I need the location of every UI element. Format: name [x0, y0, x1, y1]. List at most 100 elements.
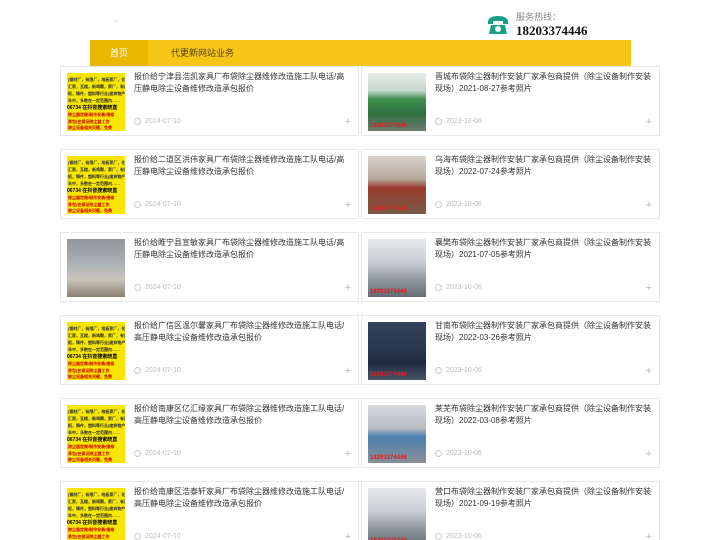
article-thumbnail[interactable]: (钢材厂，有限厂，地板家厂，化 汇家，瓦楼，新鸡颗，家厂，有限 柜，铸件，塑料等行业…	[67, 156, 125, 214]
hotline-text: 服务热线： 18203374446	[516, 12, 588, 38]
thumbnail-red-line: 除尘器定做/制作安装/维修	[68, 527, 115, 532]
site-header: . 服务热线： 18203374446	[0, 0, 720, 40]
article-card[interactable]: 18203374446 营口布袋除尘器制作安装厂家承包商提供（除尘设备制作安装现场…	[361, 481, 660, 540]
thumbnail-text-line: (钢材厂，有限厂，地板家厂，化	[68, 77, 125, 82]
thumbnail-red-line: 除尘器定做/制作安装/维修	[68, 444, 115, 449]
article-title[interactable]: 襄樊布袋除尘器制作安装厂家承包商提供（除尘设备制作安装现场）2021-07-05…	[435, 237, 653, 261]
hotline-block: 服务热线： 18203374446	[486, 12, 588, 38]
article-title[interactable]: 报价给南康区亿汇缘家具厂布袋除尘器维修改造施工队电话/高压静电除尘设备维修改造承…	[134, 403, 352, 427]
article-thumbnail[interactable]: 18203374446	[368, 322, 426, 380]
clock-icon	[134, 201, 141, 208]
thumbnail-red-line: 除尘设备相关问题，免费	[68, 457, 112, 462]
article-date: 2024-07-10	[134, 533, 181, 540]
article-title[interactable]: 甘南布袋除尘器制作安装厂家承包商提供（除尘设备制作安装现场）2022-03-26…	[435, 320, 653, 344]
clock-icon	[435, 118, 442, 125]
article-date: 2024-07-10	[134, 118, 181, 125]
thumbnail-phone-watermark: 18203374446	[370, 123, 407, 129]
article-card[interactable]: (钢材厂，有限厂，地板家厂，化 汇家，瓦楼，新鸡颗，家厂，有限 柜，铸件，塑料等行业…	[60, 66, 359, 136]
article-thumbnail[interactable]: 18203374446	[368, 73, 426, 131]
plus-icon[interactable]: +	[646, 532, 652, 540]
nav-item-home[interactable]: 首页	[90, 40, 148, 66]
thumbnail-phone-line: 06734 在抖音搜索晓直	[67, 520, 118, 526]
article-title[interactable]: 营口布袋除尘器制作安装厂家承包商提供（除尘设备制作安装现场）2021-09-19…	[435, 486, 653, 510]
article-thumbnail[interactable]: (钢材厂，有限厂，地板家厂，化 汇家，瓦楼，新鸡颗，家厂，有限 柜，铸件，塑料等行业…	[67, 322, 125, 380]
article-date: 2023-10-06	[435, 450, 482, 457]
clock-icon	[435, 367, 442, 374]
article-date-text: 2023-10-06	[446, 533, 482, 540]
thumbnail-phone-watermark: 18203374446	[370, 372, 407, 378]
article-title[interactable]: 莱芜布袋除尘器制作安装厂家承包商提供（除尘设备制作安装现场）2022-03-08…	[435, 403, 653, 427]
article-thumbnail[interactable]	[67, 239, 125, 297]
plus-icon[interactable]: +	[345, 200, 351, 211]
plus-icon[interactable]: +	[646, 366, 652, 377]
article-date: 2023-10-06	[435, 533, 482, 540]
plus-icon[interactable]: +	[345, 117, 351, 128]
thumbnail-text-line: 柜，铸件，塑料等行业)废弃物产	[68, 174, 125, 179]
thumbnail-text-line: 柜，铸件，塑料等行业)废弃物产	[68, 423, 125, 428]
article-thumbnail[interactable]: 18203374446	[368, 156, 426, 214]
article-card[interactable]: (钢材厂，有限厂，地板家厂，化 汇家，瓦楼，新鸡颗，家厂，有限 柜，铸件，塑料等行业…	[60, 398, 359, 468]
thumbnail-text-line: (钢材厂，有限厂，地板家厂，化	[68, 326, 125, 331]
plus-icon[interactable]: +	[345, 532, 351, 540]
article-card[interactable]: (钢材厂，有限厂，地板家厂，化 汇家，瓦楼，新鸡颗，家厂，有限 柜，铸件，塑料等行业…	[60, 315, 359, 385]
article-date-text: 2024-07-10	[145, 201, 181, 208]
hotline-label: 服务热线：	[516, 12, 562, 22]
article-date: 2023-10-06	[435, 201, 482, 208]
article-card[interactable]: 18203374446 晋城布袋除尘器制作安装厂家承包商提供（除尘设备制作安装现场…	[361, 66, 660, 136]
thumbnail-phone-watermark: 18203374446	[370, 455, 407, 461]
article-date: 2024-07-10	[134, 450, 181, 457]
article-thumbnail[interactable]: (钢材厂，有限厂，地板家厂，化 汇家，瓦楼，新鸡颗，家厂，有限 柜，铸件，塑料等行业…	[67, 405, 125, 463]
plus-icon[interactable]: +	[646, 200, 652, 211]
article-title[interactable]: 乌海布袋除尘器制作安装厂家承包商提供（除尘设备制作安装现场）2022-07-24…	[435, 154, 653, 178]
thumbnail-text-line: 汇家，瓦楼，新鸡颗，家厂，有限	[68, 167, 125, 172]
article-card[interactable]: (钢材厂，有限厂，地板家厂，化 汇家，瓦楼，新鸡颗，家厂，有限 柜，铸件，塑料等行业…	[60, 149, 359, 219]
article-thumbnail[interactable]: 18203374446	[368, 488, 426, 540]
article-date: 2024-07-10	[134, 201, 181, 208]
hotline-number[interactable]: 18203374446	[516, 23, 588, 38]
article-thumbnail[interactable]: (钢材厂，有限厂，地板家厂，化 汇家，瓦楼，新鸡颗，家厂，有限 柜，铸件，塑料等行业…	[67, 73, 125, 131]
article-title[interactable]: 报价给睢宁县宣敏家具厂布袋除尘器维修改造施工队电话/高压静电除尘设备维修改造承包…	[134, 237, 352, 261]
plus-icon[interactable]: +	[345, 449, 351, 460]
clock-icon	[134, 450, 141, 457]
plus-icon[interactable]: +	[345, 283, 351, 294]
article-date-text: 2023-10-06	[446, 284, 482, 291]
thumbnail-phone-line: 06734 在抖音搜索晓直	[67, 354, 118, 360]
plus-icon[interactable]: +	[345, 366, 351, 377]
nav-item-website-business[interactable]: 代更新网站业务	[148, 40, 256, 66]
article-title[interactable]: 晋城布袋除尘器制作安装厂家承包商提供（除尘设备制作安装现场）2021-08-27…	[435, 71, 653, 95]
site-logo[interactable]: .	[115, 14, 118, 24]
clock-icon	[435, 284, 442, 291]
plus-icon[interactable]: +	[646, 117, 652, 128]
article-date-text: 2024-07-10	[145, 367, 181, 374]
article-card[interactable]: 18203374446 莱芜布袋除尘器制作安装厂家承包商提供（除尘设备制作安装现场…	[361, 398, 660, 468]
article-thumbnail[interactable]: 18203374446	[368, 405, 426, 463]
article-thumbnail[interactable]: 18203374446	[368, 239, 426, 297]
clock-icon	[435, 533, 442, 540]
article-title[interactable]: 报价给宁津县浩凯家具厂布袋除尘器维修改造施工队电话/高压静电除尘设备维修改造承包…	[134, 71, 352, 95]
article-card[interactable]: 报价给睢宁县宣敏家具厂布袋除尘器维修改造施工队电话/高压静电除尘设备维修改造承包…	[60, 232, 359, 302]
article-date-text: 2023-10-06	[446, 118, 482, 125]
thumbnail-phone-watermark: 18203374446	[370, 289, 407, 295]
telephone-icon	[488, 16, 508, 34]
article-title[interactable]: 报价给南康区浩泰轩家具厂布袋除尘器维修改造施工队电话/高压静电除尘设备维修改造承…	[134, 486, 352, 510]
thumbnail-red-line: 除尘设备相关问题，免费	[68, 374, 112, 379]
thumbnail-text-line: 汇家，瓦楼，新鸡颗，家厂，有限	[68, 416, 125, 421]
article-card[interactable]: 18203374446 甘南布袋除尘器制作安装厂家承包商提供（除尘设备制作安装现场…	[361, 315, 660, 385]
article-title[interactable]: 报价给二道区洪伟家具厂布袋除尘器维修改造施工队电话/高压静电除尘设备维修改造承包…	[134, 154, 352, 178]
plus-icon[interactable]: +	[646, 449, 652, 460]
thumbnail-phone-line: 06734 在抖音搜索晓直	[67, 105, 118, 111]
thumbnail-phone-watermark: 18203374446	[370, 206, 407, 212]
article-date-text: 2024-07-10	[145, 533, 181, 540]
article-title[interactable]: 报价给广信区温尔馨家具厂布袋除尘器维修改造施工队电话/高压静电除尘设备维修改造承…	[134, 320, 352, 344]
thumbnail-red-line: 除尘器定做/制作安装/维修	[68, 361, 115, 366]
article-card[interactable]: 18203374446 乌海布袋除尘器制作安装厂家承包商提供（除尘设备制作安装现场…	[361, 149, 660, 219]
clock-icon	[134, 118, 141, 125]
article-date-text: 2024-07-10	[145, 284, 181, 291]
article-card[interactable]: (钢材厂，有限厂，地板家厂，化 汇家，瓦楼，新鸡颗，家厂，有限 柜，铸件，塑料等行业…	[60, 481, 359, 540]
article-date: 2023-10-06	[435, 367, 482, 374]
article-thumbnail[interactable]: (钢材厂，有限厂，地板家厂，化 汇家，瓦楼，新鸡颗，家厂，有限 柜，铸件，塑料等行业…	[67, 488, 125, 540]
article-card[interactable]: 18203374446 襄樊布袋除尘器制作安装厂家承包商提供（除尘设备制作安装现场…	[361, 232, 660, 302]
clock-icon	[134, 367, 141, 374]
thumbnail-red-line: 除尘设备相关问题，免费	[68, 208, 112, 213]
plus-icon[interactable]: +	[646, 283, 652, 294]
